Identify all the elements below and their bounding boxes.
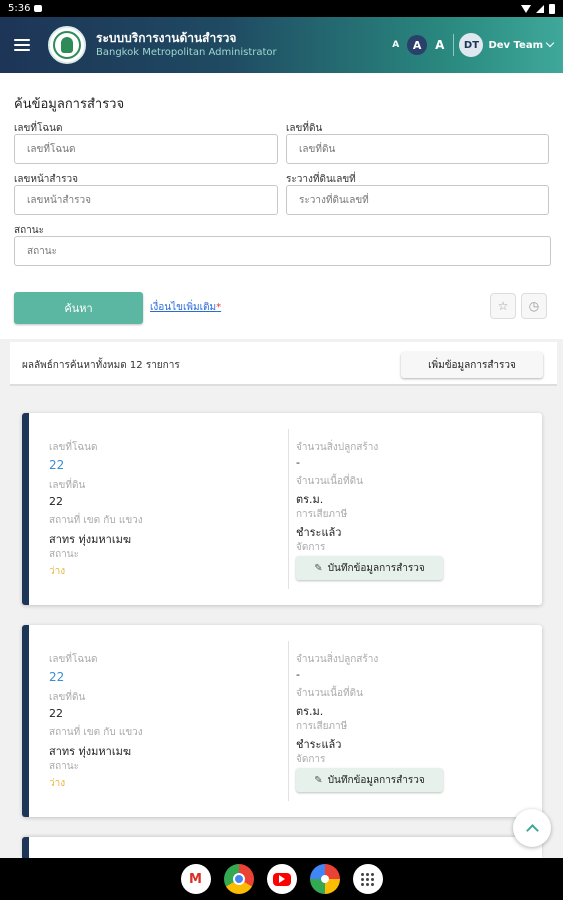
bma-logo — [48, 26, 86, 64]
land-map-input[interactable] — [286, 185, 549, 215]
font-size-small-button[interactable]: A — [392, 40, 399, 50]
result-card[interactable]: เลขที่โฉนด 22 เลขที่ดิน 22 สถานที่ เขต ก… — [22, 413, 542, 605]
message-icon — [34, 5, 43, 12]
area-label: จำนวนเนื้อที่ดิน — [296, 688, 363, 699]
signal-icon — [536, 4, 544, 13]
menu-icon[interactable] — [14, 39, 30, 51]
scroll-top-button[interactable] — [513, 809, 551, 847]
manage-label: จัดการ — [296, 754, 326, 765]
app-drawer-icon[interactable] — [352, 864, 383, 894]
deed-value[interactable]: 22 — [49, 458, 64, 472]
deed-number-input[interactable] — [14, 134, 278, 164]
chevron-up-icon — [525, 824, 539, 837]
font-size-medium-button[interactable]: A — [407, 35, 428, 55]
location-label: สถานที่ เขต กับ แขวง — [49, 727, 143, 738]
favorite-button[interactable]: ☆ — [490, 293, 516, 319]
buildings-value: - — [296, 668, 300, 681]
star-icon: ☆ — [497, 299, 509, 313]
wifi-icon — [521, 4, 531, 13]
deed-label: เลขที่โฉนด — [49, 654, 98, 665]
battery-icon — [549, 3, 555, 14]
deed-label: เลขที่โฉนด — [49, 442, 98, 453]
tax-label: การเสียภาษี — [296, 721, 348, 732]
youtube-icon[interactable] — [266, 864, 297, 894]
pencil-icon: ✎ — [314, 774, 323, 786]
results-summary: ผลลัพธ์การค้นหาทั้งหมด 12 รายการ — [22, 360, 180, 371]
buildings-label: จำนวนสิ่งปลูกสร้าง — [296, 442, 379, 453]
tax-label: การเสียภาษี — [296, 509, 348, 520]
gmail-icon[interactable]: M — [180, 864, 211, 894]
status-value: ว่าง — [49, 566, 66, 577]
search-title: ค้นข้อมูลการสำรวจ — [14, 97, 125, 112]
location-label: สถานที่ เขต กับ แขวง — [49, 515, 143, 526]
app-subtitle: Bangkok Metropolitan Administrator — [96, 47, 277, 58]
manage-label: จัดการ — [296, 542, 326, 553]
chevron-down-icon[interactable] — [545, 38, 555, 48]
user-name[interactable]: Dev Team — [488, 40, 543, 51]
record-survey-button[interactable]: ✎ บันทึกข้อมูลการสำรวจ — [296, 768, 443, 792]
add-survey-button[interactable]: เพิ่มข้อมูลการสำรวจ — [401, 352, 543, 378]
photos-icon[interactable] — [309, 864, 340, 894]
record-survey-button[interactable]: ✎ บันทึกข้อมูลการสำรวจ — [296, 556, 443, 580]
status-label: สถานะ — [49, 549, 79, 560]
results-header: ผลลัพธ์การค้นหาทั้งหมด 12 รายการ เพิ่มข้… — [10, 342, 557, 386]
land-label: เลขที่ดิน — [49, 692, 86, 703]
tax-value: ชำระแล้ว — [296, 738, 342, 751]
area-label: จำนวนเนื้อที่ดิน — [296, 476, 363, 487]
status-bar: 5:36 — [0, 0, 563, 17]
area-value: ตร.ม. — [296, 493, 324, 506]
history-button[interactable]: ◷ — [521, 293, 547, 319]
app-header: ระบบบริการงานด้านสำรวจ Bangkok Metropoli… — [0, 17, 563, 73]
area-value: ตร.ม. — [296, 705, 324, 718]
status-value: ว่าง — [49, 778, 66, 789]
search-panel: ค้นข้อมูลการสำรวจ เลขที่โฉนด เลขที่ดิน เ… — [0, 73, 563, 339]
taskbar: M — [0, 858, 563, 900]
tax-value: ชำระแล้ว — [296, 526, 342, 539]
result-card-partial[interactable] — [22, 837, 542, 858]
status-label: สถานะ — [49, 761, 79, 772]
status-time: 5:36 — [8, 3, 31, 14]
survey-page-input[interactable] — [14, 185, 278, 215]
record-survey-label: บันทึกข้อมูลการสำรวจ — [327, 562, 425, 574]
avatar[interactable]: DT — [459, 33, 484, 57]
card-divider — [288, 429, 289, 589]
land-value: 22 — [49, 707, 63, 720]
record-survey-label: บันทึกข้อมูลการสำรวจ — [327, 774, 425, 786]
deed-value[interactable]: 22 — [49, 670, 64, 684]
header-divider — [453, 34, 455, 56]
app-title: ระบบบริการงานด้านสำรวจ — [96, 31, 237, 45]
land-value: 22 — [49, 495, 63, 508]
buildings-value: - — [296, 456, 300, 469]
more-conditions-label[interactable]: เงื่อนไขเพิ่มเติม — [150, 302, 216, 313]
required-marker: * — [216, 302, 222, 313]
land-label: เลขที่ดิน — [49, 480, 86, 491]
more-conditions-link[interactable]: เงื่อนไขเพิ่มเติม* — [150, 300, 221, 315]
land-number-input[interactable] — [286, 134, 549, 164]
location-value: สาทร ทุ่งมหาเมฆ — [49, 745, 132, 758]
location-value: สาทร ทุ่งมหาเมฆ — [49, 533, 132, 546]
search-button[interactable]: ค้นหา — [14, 292, 143, 324]
buildings-label: จำนวนสิ่งปลูกสร้าง — [296, 654, 379, 665]
result-card[interactable]: เลขที่โฉนด 22 เลขที่ดิน 22 สถานที่ เขต ก… — [22, 625, 542, 817]
status-input[interactable] — [14, 236, 551, 266]
history-icon: ◷ — [528, 299, 540, 313]
chrome-icon[interactable] — [223, 864, 254, 894]
font-size-large-button[interactable]: A — [435, 38, 444, 52]
card-divider — [288, 641, 289, 801]
pencil-icon: ✎ — [314, 562, 323, 574]
